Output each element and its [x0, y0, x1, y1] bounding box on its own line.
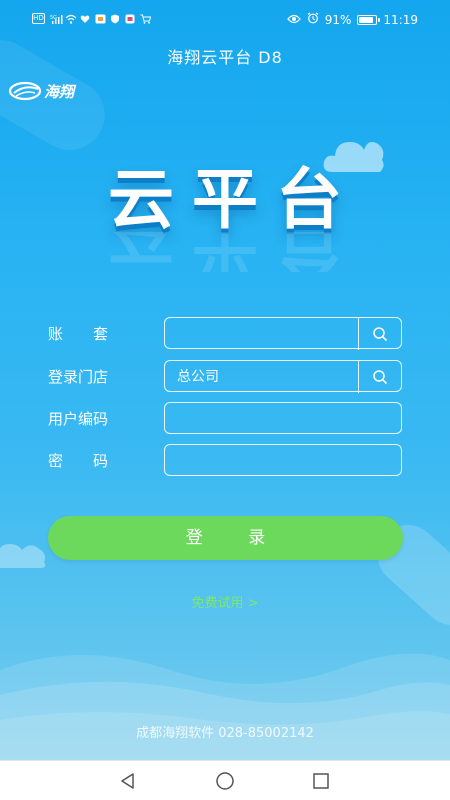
- store-search-button[interactable]: [358, 361, 401, 393]
- usercode-input[interactable]: [164, 402, 402, 434]
- battery-level: [359, 16, 374, 23]
- nav-recents-icon: [313, 773, 329, 789]
- hero-title-block: 云平台 云平台: [0, 160, 450, 272]
- navigation-bar: [0, 760, 450, 800]
- account-label: 账 套: [48, 325, 109, 343]
- usercode-label: 用户编码: [48, 410, 109, 428]
- hero-title: 云平台: [108, 161, 360, 238]
- usercode-row: 用户编码: [0, 402, 450, 436]
- company-footer: 成都海翔软件 028-85002142: [136, 726, 314, 741]
- message-app-icon: [125, 14, 135, 24]
- nav-recents-button[interactable]: [309, 769, 333, 793]
- clock: 11:19: [383, 12, 418, 27]
- status-bar: HD 5G 91% 11:19: [0, 0, 450, 38]
- alarm-icon: [307, 12, 319, 27]
- search-icon: [373, 370, 388, 385]
- shield-app-icon: [110, 14, 120, 24]
- status-left-icons: HD 5G: [32, 13, 152, 24]
- nav-home-button[interactable]: [213, 769, 237, 793]
- free-trial-label[interactable]: 免费试用 >: [191, 596, 258, 611]
- heart-app-icon: [80, 14, 90, 24]
- nav-back-button[interactable]: [116, 769, 140, 793]
- store-row: 登录门店 总公司: [0, 360, 450, 394]
- hd-badge-icon: HD: [32, 13, 45, 24]
- login-screen: HD 5G 91% 11:19 海翔云平台 D8 海翔 云平台 云平台 账 套 …: [0, 0, 450, 760]
- nav-back-icon: [121, 773, 134, 789]
- password-input[interactable]: [164, 444, 402, 476]
- app-title: 海翔云平台 D8: [167, 48, 283, 67]
- free-trial-link[interactable]: 免费试用 >: [0, 592, 450, 611]
- shopping-cart-icon: [140, 14, 152, 24]
- login-button[interactable]: 登 录: [48, 516, 403, 560]
- brand-name: 海翔: [44, 82, 75, 101]
- battery-icon: [357, 14, 381, 25]
- store-input[interactable]: 总公司: [164, 360, 402, 393]
- hero-title-reflection: 云平台: [108, 232, 360, 272]
- search-icon: [373, 327, 388, 342]
- account-row: 账 套: [0, 317, 450, 351]
- nav-home-icon: [216, 772, 234, 790]
- cloud-icon: [0, 544, 46, 568]
- brand-logo: 海翔: [8, 80, 74, 102]
- account-input[interactable]: [164, 317, 402, 350]
- eye-icon: [286, 13, 301, 27]
- store-label: 登录门店: [48, 368, 109, 386]
- signal-5g-icon: 5G: [50, 14, 63, 24]
- notification-app-icon: [95, 14, 106, 24]
- brand-swirl-icon: [8, 81, 42, 101]
- store-value: 总公司: [177, 369, 219, 385]
- battery-percent: 91%: [324, 12, 352, 27]
- account-search-button[interactable]: [358, 318, 401, 350]
- wifi-icon: [65, 14, 77, 24]
- password-label: 密 码: [48, 452, 109, 470]
- password-row: 密 码: [0, 444, 450, 478]
- status-right-icons: 91% 11:19: [286, 12, 418, 27]
